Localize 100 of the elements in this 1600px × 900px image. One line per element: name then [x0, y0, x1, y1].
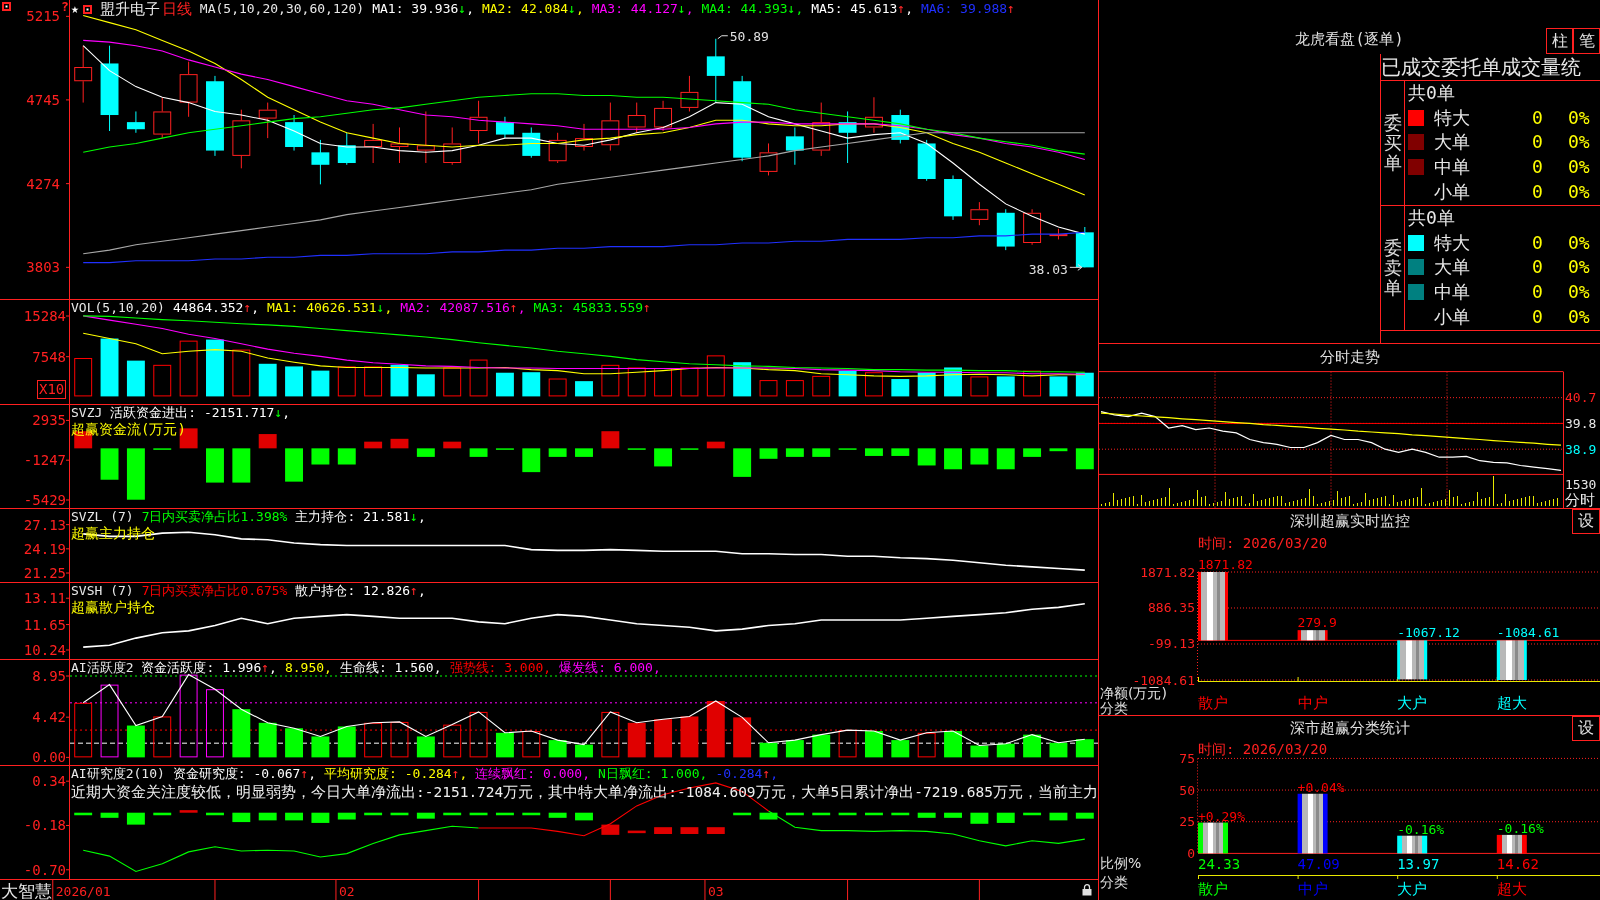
research-bar [364, 812, 383, 816]
activity-bar [258, 722, 277, 758]
candlestick [153, 96, 172, 139]
order-size-label: 小单 [1434, 304, 1471, 329]
view-toggle-button[interactable]: 笔 [1573, 28, 1600, 54]
fund-flow-bar [548, 448, 567, 457]
activity-bar [469, 711, 488, 758]
research-bar [996, 812, 1015, 823]
chart-bar [1496, 640, 1527, 680]
fund-flow-bar [944, 448, 962, 470]
indicator-title: SVSH (7) [71, 583, 134, 599]
help-icon[interactable]: ? [61, 0, 69, 13]
axis-label: 8.95 [32, 668, 66, 684]
activity-bar [1049, 742, 1068, 758]
research-bar [733, 812, 752, 816]
activity-bar [232, 709, 251, 758]
settings-button[interactable]: 设 [1572, 509, 1600, 534]
candlestick [232, 109, 251, 169]
order-count: 0 [1532, 155, 1544, 180]
category-label: 大户 [1397, 694, 1428, 712]
category-label: 超大 [1496, 880, 1527, 898]
fund-flow-bar [759, 448, 778, 459]
volume-bar [1023, 370, 1042, 397]
axis-title: 净额(万元) [1100, 685, 1167, 701]
axis-label: 0.00 [32, 749, 66, 765]
order-share: 0% [1568, 304, 1591, 329]
fund-flow-bar [996, 448, 1015, 470]
research-bar [416, 812, 435, 819]
research-bar [812, 812, 831, 816]
research-bar [891, 812, 910, 816]
candlestick [680, 75, 699, 112]
order-share: 0% [1568, 179, 1591, 204]
activity-bar [733, 717, 752, 758]
indicator-value: -0.284↑, [715, 766, 779, 782]
volume-bar [575, 381, 593, 397]
activity-bar [416, 736, 435, 758]
order-size-label: 特大 [1434, 230, 1471, 255]
fund-flow-bar [917, 448, 936, 466]
indicator-value: MA3: 45833.559↑ [533, 300, 651, 316]
volume-bar [206, 339, 224, 397]
view-toggle-button[interactable]: 柱 [1546, 28, 1573, 54]
research-bar [1049, 812, 1068, 821]
research-bar [627, 830, 646, 834]
research-bar [206, 812, 224, 816]
panel-title: 深市超赢分类统计 [1289, 719, 1410, 738]
volume-bar [469, 359, 488, 397]
value-label: 14.62 [1496, 855, 1539, 872]
fund-flow-bar [416, 448, 435, 457]
research-bar [654, 827, 673, 834]
indicator-value: 连续飘红: 0.000, [475, 766, 590, 782]
indicator-value: MA2: 42087.516↑, [400, 300, 526, 316]
settings-button[interactable]: 设 [1572, 716, 1600, 741]
fund-flow-bar [891, 448, 910, 456]
order-share: 0% [1568, 130, 1591, 155]
value-label: 1871.82 [1198, 557, 1253, 572]
order-size-label: 特大 [1434, 105, 1471, 130]
research-bar [970, 812, 989, 824]
activity-bar [522, 731, 541, 758]
indicator-value: 8.950, [284, 660, 332, 676]
order-count: 0 [1532, 255, 1544, 280]
axis-label: -1084.61 [1132, 672, 1195, 688]
timestamp: 时间: 2026/03/20 [1198, 741, 1328, 757]
axis-label: 39.8 [1565, 415, 1597, 431]
star-icon[interactable]: ★ [71, 1, 79, 17]
order-count: 0 [1532, 304, 1544, 329]
activity-bar [891, 740, 910, 758]
volume-bar [891, 379, 910, 397]
indicator-title: MA(5,10,20,30,60,120) [199, 1, 365, 17]
candlestick [469, 100, 488, 144]
fund-flow-bar [206, 448, 224, 483]
price-label: 38.03 [1028, 261, 1068, 277]
volume-bar [654, 368, 673, 397]
candlestick [944, 174, 962, 221]
fund-flow-bar [337, 448, 356, 465]
group-label: 委卖单 [1383, 238, 1402, 298]
activity-bar [706, 701, 725, 758]
volume-bar [100, 338, 119, 397]
candlestick [495, 116, 514, 139]
fund-flow-bar [126, 448, 145, 500]
activity-bar [654, 719, 673, 758]
research-bar [126, 812, 145, 825]
lock-icon[interactable] [1082, 884, 1092, 896]
axis-label: 2935 [32, 412, 66, 429]
research-bar [1023, 812, 1042, 816]
candlestick [443, 126, 462, 166]
category-label: 散户 [1198, 880, 1228, 898]
activity-bar [944, 731, 962, 758]
volume-bar [627, 367, 646, 397]
fund-flow-bar [575, 448, 593, 457]
order-size-label: 大单 [1434, 255, 1471, 280]
volume-bar [759, 380, 778, 397]
category-label: 超大 [1496, 694, 1527, 712]
brand-logo: 大智慧 [1, 880, 52, 900]
indicator-value: N日飘红: 1.000, [598, 766, 708, 782]
value-label: 47.09 [1297, 855, 1340, 872]
fund-flow-bar [1023, 448, 1042, 457]
fund-flow-bar [364, 441, 383, 449]
candlestick [575, 123, 593, 152]
panel-title: 深圳超赢实时监控 [1289, 512, 1410, 531]
axis-label: 11.65 [23, 616, 66, 633]
